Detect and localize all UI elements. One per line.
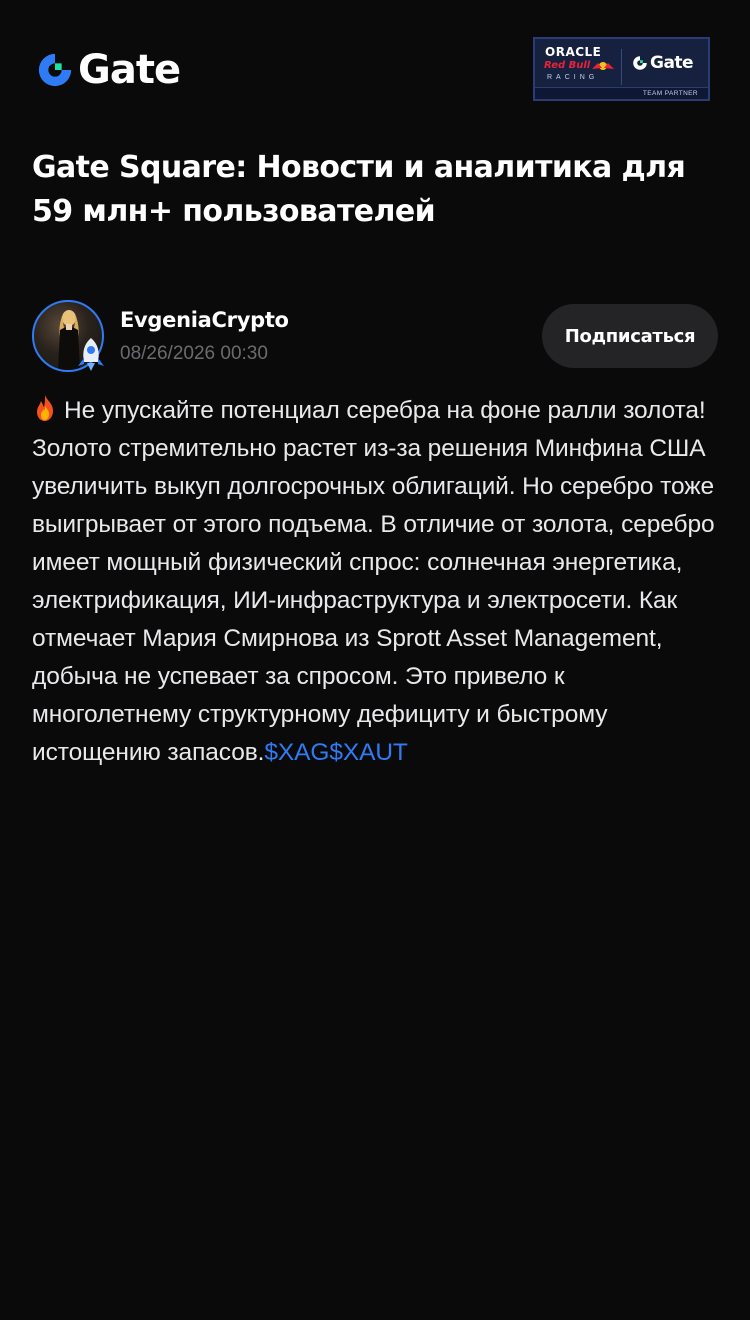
post-body: Не упускайте потенциал серебра на фоне р… <box>32 392 722 772</box>
gate-logo-text: Gate <box>78 47 181 93</box>
follow-button[interactable]: Подписаться <box>542 304 718 368</box>
oracle-wordmark: ORACLE <box>545 45 602 59</box>
post-author-row: EvgeniaCrypto 08/26/2026 00:30 Подписать… <box>32 300 718 372</box>
racing-wordmark: RACING <box>547 74 599 81</box>
fire-icon <box>37 395 53 421</box>
page-title: Gate Square: Новости и аналитика для 59 … <box>32 150 686 229</box>
gate-logo-small-icon <box>633 56 647 70</box>
badge-gate-logo: Gate <box>632 53 694 73</box>
rocket-badge-icon <box>78 338 104 371</box>
redbull-bull-icon <box>592 62 614 70</box>
badge-gate-text: Gate <box>650 53 694 73</box>
team-partner-badge[interactable]: ORACLE Red Bull RACING Gate TEAM PARTNER <box>533 37 710 101</box>
post-text: Не упускайте потенциал серебра на фоне р… <box>32 397 715 766</box>
team-partner-label: TEAM PARTNER <box>535 87 708 99</box>
avatar[interactable] <box>32 300 104 372</box>
gate-logo[interactable]: Gate <box>36 47 181 93</box>
ticker-link-xaut[interactable]: $XAUT <box>329 739 408 766</box>
redbull-wordmark: Red Bull <box>544 60 591 71</box>
ticker-link-xag[interactable]: $XAG <box>264 739 329 766</box>
header: Gate ORACLE Red Bull RACING Gate TEAM PA… <box>0 0 750 130</box>
badge-divider <box>621 49 622 85</box>
gate-logo-icon <box>38 53 72 87</box>
author-name[interactable]: EvgeniaCrypto <box>120 308 289 332</box>
post-timestamp: 08/26/2026 00:30 <box>120 343 268 364</box>
